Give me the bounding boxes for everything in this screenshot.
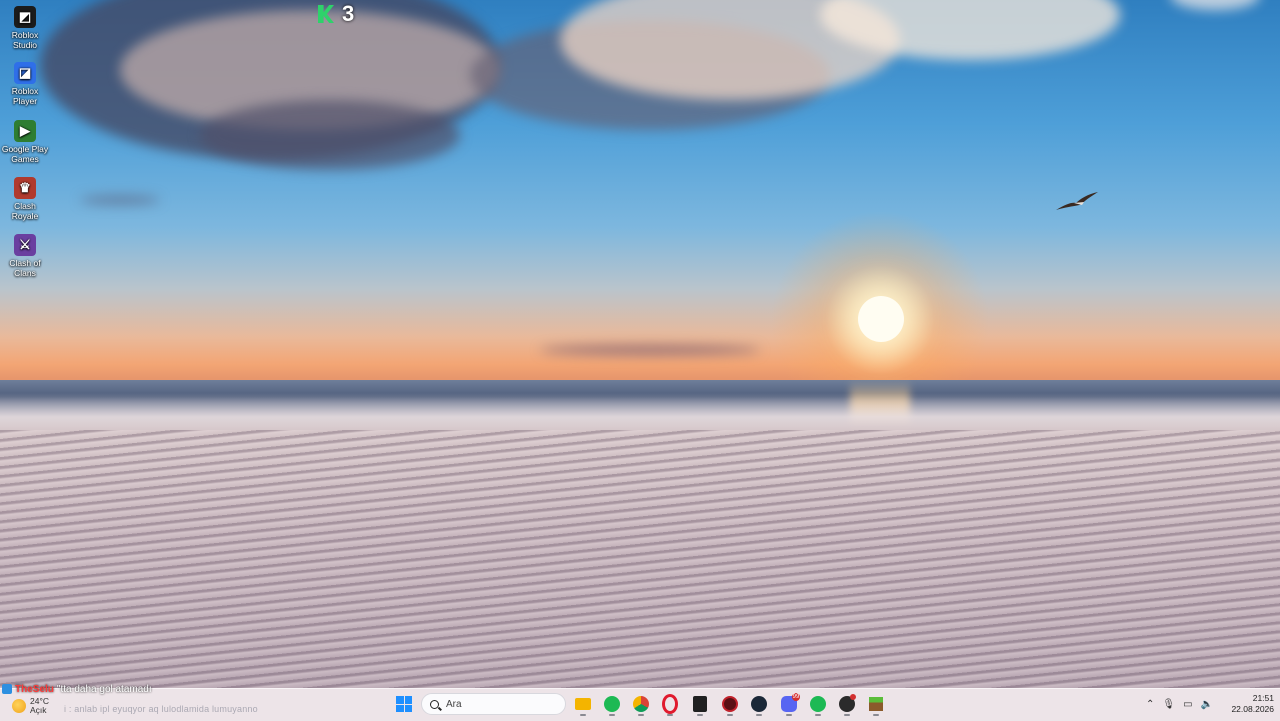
taskbar-minecraft[interactable] — [864, 692, 888, 716]
taskbar-app-red[interactable] — [718, 692, 742, 716]
taskbar-steam[interactable] — [747, 692, 771, 716]
spotify-icon — [604, 696, 620, 712]
steam-icon — [751, 696, 767, 712]
taskbar-clock[interactable]: 21:51 22.08.2026 — [1222, 693, 1274, 715]
clash-royale-icon: ♛ — [14, 177, 36, 199]
desktop-icon-clash-royale[interactable]: ♛ Clash Royale — [0, 177, 50, 221]
shoreline — [0, 393, 1280, 433]
taskbar-search[interactable]: Ara — [421, 693, 566, 715]
taskbar-chrome[interactable] — [629, 692, 653, 716]
kick-logo-icon — [318, 5, 334, 23]
opera-icon — [662, 694, 678, 714]
start-button[interactable] — [392, 692, 416, 716]
volume-icon[interactable]: 🔈 — [1201, 699, 1213, 710]
chevron-up-icon[interactable]: ⌃ — [1146, 699, 1154, 710]
notification-dot — [850, 694, 856, 700]
ticker-source: TheSelu — [15, 683, 54, 695]
overlay-counter: 3 — [318, 1, 355, 26]
desktop-icon-clash-of-clans[interactable]: ⚔ Clash of Clans — [0, 234, 50, 278]
app-red-circle-icon — [722, 696, 738, 712]
display-icon[interactable]: ▭ — [1183, 699, 1192, 710]
taskbar-epic-games[interactable] — [688, 692, 712, 716]
taskbar-opera[interactable] — [658, 692, 682, 716]
epic-games-icon — [693, 696, 707, 712]
taskbar-spotify-2[interactable] — [806, 692, 830, 716]
clock-time: 21:51 — [1252, 693, 1274, 703]
taskbar-spotify[interactable] — [600, 692, 624, 716]
desktop-icon-label: Clash of Clans — [9, 258, 41, 278]
microphone-icon[interactable]: 🎙 — [1162, 699, 1175, 710]
desktop-icon-label: Clash Royale — [11, 201, 39, 221]
desktop-icon-label: Roblox Studio — [11, 30, 39, 50]
weather-condition: Açık — [30, 705, 47, 715]
roblox-studio-icon: ◩ — [14, 6, 36, 28]
system-tray: ⌃ 🎙 ▭ 🔈 — [1146, 692, 1213, 716]
desktop-icon-google-play-games[interactable]: ▶ Google Play Games — [0, 120, 50, 164]
cloud — [200, 100, 460, 170]
overlay-counter-value: 3 — [342, 1, 355, 26]
weather-widget[interactable]: 24°C Açık — [12, 694, 49, 718]
chrome-icon — [633, 696, 649, 712]
windows-logo-icon — [396, 696, 412, 712]
clock-date: 22.08.2026 — [1231, 704, 1274, 714]
cloud — [1170, 0, 1260, 10]
roblox-player-icon: ◪ — [14, 62, 36, 84]
desktop-icon-roblox-player[interactable]: ◪ Roblox Player — [0, 62, 50, 106]
clash-of-clans-icon: ⚔ — [14, 234, 36, 256]
minecraft-icon — [869, 697, 883, 711]
cloud — [80, 195, 160, 205]
desktop-icon-label: Roblox Player — [11, 86, 39, 106]
weather-sun-icon — [12, 699, 26, 713]
ticker-message: "tta daha gol atamadı — [56, 683, 152, 695]
sand-ripples — [0, 430, 1280, 688]
taskbar-discord[interactable]: 99 — [777, 692, 801, 716]
desktop-icon-label: Google Play Games — [1, 144, 49, 164]
sun — [858, 296, 904, 342]
taskbar-app-dark[interactable] — [835, 692, 859, 716]
discord-badge: 99 — [792, 693, 800, 701]
ticker-app-icon — [2, 684, 12, 694]
taskbar-file-explorer[interactable] — [571, 692, 595, 716]
seagull-icon — [1056, 192, 1098, 210]
ticker-secondary: i : anlab ipl eyuqyor aq lulodlamida lum… — [64, 704, 258, 714]
folder-icon — [575, 698, 591, 710]
cloud — [540, 345, 760, 355]
desktop-icon-roblox-studio[interactable]: ◩ Roblox Studio — [0, 6, 50, 50]
google-play-games-icon: ▶ — [14, 120, 36, 142]
desktop-wallpaper — [0, 0, 1280, 688]
search-placeholder: Ara — [446, 698, 462, 710]
search-icon — [430, 699, 439, 709]
spotify-icon — [810, 696, 826, 712]
